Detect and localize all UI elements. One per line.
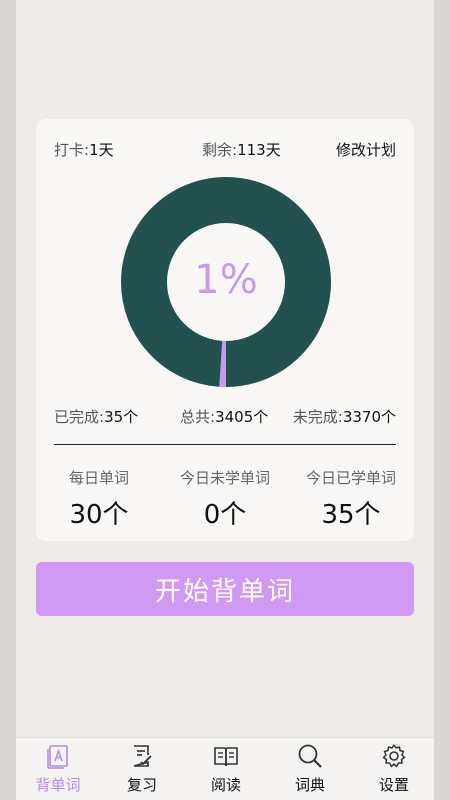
remaining-days: 剩余:113天: [202, 139, 281, 160]
tab-memorize[interactable]: 背单词: [16, 738, 100, 800]
daily-words-value: 30个: [69, 500, 129, 530]
remaining-label: 剩余:: [202, 141, 238, 159]
divider: [54, 444, 396, 445]
tab-reading-label: 阅读: [210, 776, 241, 794]
total-value: 3405个: [215, 408, 269, 426]
tab-dictionary-label: 词典: [294, 776, 325, 794]
checkin-days: 打卡:1天: [54, 139, 114, 160]
uncompleted-label: 未完成:: [292, 408, 343, 426]
checkin-value: 1天: [89, 141, 114, 159]
tab-reading[interactable]: 阅读: [184, 738, 268, 800]
flashcard-icon: [47, 745, 68, 769]
today-unlearned-stat: 今日未学单词 0个: [162, 467, 288, 531]
uncompleted-count: 未完成:3370个: [293, 406, 396, 427]
tab-settings[interactable]: 设置: [352, 738, 434, 800]
bottom-tab-bar: 背单词 复习 阅读 词典 设置: [16, 737, 434, 800]
uncompleted-value: 3370个: [342, 408, 396, 426]
remaining-value: 113天: [237, 141, 281, 159]
progress-card: 打卡:1天 剩余:113天 修改计划 1% 已完成:35个 总共:3405个 未…: [36, 119, 414, 541]
plan-summary-row: 打卡:1天 剩余:113天 修改计划: [54, 139, 396, 161]
today-learned-label: 今日已学单词: [305, 469, 396, 487]
completed-count: 已完成:35个: [54, 406, 138, 427]
total-label: 总共:: [180, 408, 216, 426]
daily-words-stat: 每日单词 30个: [36, 467, 162, 531]
today-unlearned-value: 0个: [203, 500, 247, 530]
tab-review[interactable]: 复习: [100, 738, 184, 800]
tab-review-label: 复习: [126, 776, 157, 794]
gear-icon: [382, 744, 406, 768]
total-count: 总共:3405个: [180, 406, 268, 427]
progress-donut: 1%: [121, 177, 331, 387]
tab-settings-label: 设置: [378, 776, 409, 794]
review-icon: [133, 745, 152, 767]
completed-label: 已完成:: [54, 408, 105, 426]
today-unlearned-label: 今日未学单词: [179, 469, 270, 487]
daily-words-label: 每日单词: [68, 469, 129, 487]
tab-dictionary[interactable]: 词典: [268, 738, 352, 800]
app-screen: 打卡:1天 剩余:113天 修改计划 1% 已完成:35个 总共:3405个 未…: [16, 0, 434, 800]
book-icon: [214, 747, 238, 767]
start-memorizing-button[interactable]: 开始背单词: [36, 562, 414, 616]
search-icon: [298, 744, 322, 768]
word-stats-row: 已完成:35个 总共:3405个 未完成:3370个: [54, 406, 396, 428]
tab-memorize-label: 背单词: [35, 776, 81, 794]
completed-value: 35个: [104, 408, 139, 426]
progress-percent: 1%: [194, 257, 258, 303]
today-learned-value: 35个: [321, 500, 381, 530]
checkin-label: 打卡:: [54, 141, 90, 159]
today-learned-stat: 今日已学单词 35个: [288, 467, 414, 531]
edit-plan-link[interactable]: 修改计划: [336, 139, 396, 160]
